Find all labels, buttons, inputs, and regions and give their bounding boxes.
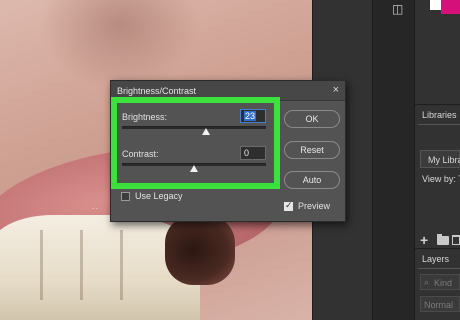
tab-libraries[interactable]: Libraries <box>422 110 457 120</box>
plus-icon[interactable]: + <box>420 232 428 248</box>
blend-mode-label: Normal <box>424 300 454 310</box>
panel-divider <box>414 104 460 105</box>
library-name: My Libra <box>428 155 460 165</box>
folder-icon[interactable] <box>437 234 449 245</box>
panel-icon-column <box>372 0 414 320</box>
tab-underline <box>418 124 460 125</box>
panel-divider <box>414 248 460 249</box>
use-legacy-checkbox[interactable] <box>121 192 130 201</box>
highlight-annotation <box>111 97 280 189</box>
preview-label: Preview <box>298 201 331 211</box>
tab-layers[interactable]: Layers <box>422 254 449 264</box>
view-by-label[interactable]: View by: Typ <box>422 174 460 184</box>
dialog-title: Brightness/Contrast <box>117 86 197 96</box>
nose-shadow <box>40 0 200 90</box>
ok-button[interactable]: OK <box>284 110 340 128</box>
preview-checkbox[interactable] <box>284 200 293 211</box>
auto-button[interactable]: Auto <box>284 171 340 189</box>
search-icon: ⌕ <box>424 277 430 287</box>
trash-icon[interactable] <box>452 235 460 245</box>
use-legacy-label: Use Legacy <box>135 191 183 201</box>
selection-marquee <box>0 208 210 320</box>
reset-button[interactable]: Reset <box>284 141 340 159</box>
close-icon[interactable]: × <box>333 84 339 96</box>
tab-underline <box>418 268 460 269</box>
foreground-color-swatch[interactable] <box>441 0 460 14</box>
side-panel-icon[interactable]: ◫ <box>392 2 403 16</box>
layer-filter-label: Kind <box>434 278 453 288</box>
photoshop-workspace: ◫ Libraries My Libra View by: Typ + Laye… <box>0 0 460 320</box>
